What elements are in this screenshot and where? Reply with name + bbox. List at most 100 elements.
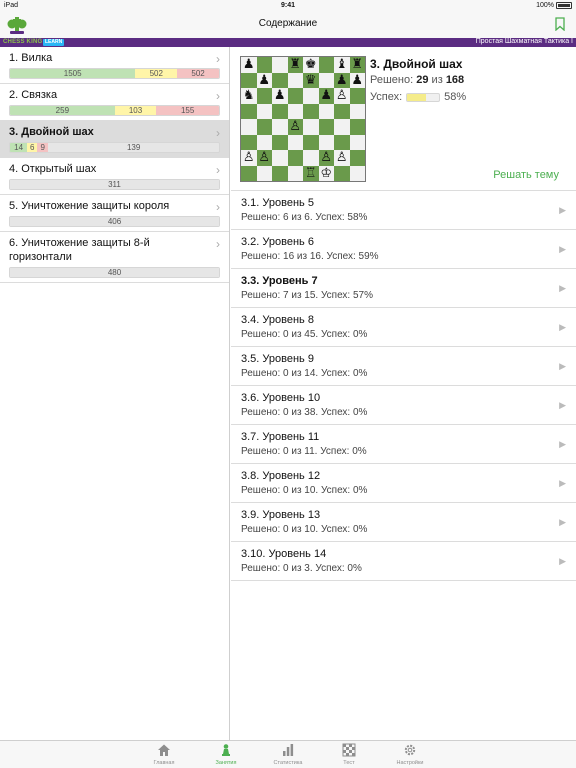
theme-title: 3. Двойной шах <box>370 57 463 71</box>
battery-icon <box>556 2 572 9</box>
topic-item[interactable]: 4. Открытый шах › 311 <box>0 158 229 195</box>
success-label: Успех: <box>370 91 403 103</box>
pawn-icon <box>201 743 251 757</box>
topics-list: 1. Вилка › 1505 502 502 2. Связка › 259 103 155 3.… <box>0 47 230 740</box>
tab-chessboard[interactable]: Тест <box>324 743 374 766</box>
level-label: 3.2. Уровень 6 <box>241 236 314 248</box>
progress-segment: 259 <box>10 106 115 115</box>
solve-theme-button[interactable]: Решать тему <box>493 169 559 181</box>
play-icon[interactable]: ▶ <box>559 400 566 411</box>
board-square <box>241 119 257 135</box>
board-square <box>241 72 257 88</box>
level-item[interactable]: 3.2. Уровень 6 Решено: 16 из 16. Успех: 5… <box>231 230 576 269</box>
theme-success: Успех: 58% <box>370 91 466 103</box>
play-icon[interactable]: ▶ <box>559 361 566 372</box>
tab-label: Статистика <box>273 760 303 766</box>
topic-progress-bar: 14 6 9 139 <box>9 142 220 153</box>
bookmark-icon[interactable] <box>554 17 566 31</box>
level-label: 3.7. Уровень 11 <box>241 431 320 443</box>
board-square <box>256 103 272 119</box>
level-label: 3.3. Уровень 7 <box>241 275 318 287</box>
level-label: 3.1. Уровень 5 <box>241 197 314 209</box>
play-icon[interactable]: ▶ <box>559 283 566 294</box>
chess-piece-square: ♟ <box>318 88 334 104</box>
progress-segment: 502 <box>177 69 219 78</box>
tab-label: Занятия <box>215 760 237 766</box>
board-square <box>349 150 365 166</box>
level-item[interactable]: 3.3. Уровень 7 Решено: 7 из 15. Успех: 57… <box>231 269 576 308</box>
level-stats: Решено: 7 из 15. Успех: 57% <box>241 290 373 301</box>
theme-solved: Решено: 29 из 168 <box>370 74 464 86</box>
board-square <box>349 119 365 135</box>
level-label: 3.9. Уровень 13 <box>241 509 321 521</box>
solved-label: Решено: <box>370 74 414 86</box>
level-stats: Решено: 16 из 16. Успех: 59% <box>241 251 379 262</box>
play-icon[interactable]: ▶ <box>559 439 566 450</box>
board-square <box>272 150 288 166</box>
level-item[interactable]: 3.10. Уровень 14 Решено: 0 из 3. Успех: 0… <box>231 542 576 581</box>
levels-list: 3.1. Уровень 5 Решено: 6 из 6. Успех: 58%… <box>231 191 576 581</box>
chess-piece-square: ♛ <box>303 72 319 88</box>
progress-segment: 9 <box>37 143 49 152</box>
board-square <box>272 72 288 88</box>
navigation-bar: Содержание <box>0 12 576 38</box>
progress-segment: 14 <box>10 143 28 152</box>
chess-piece-square: ♙ <box>334 150 350 166</box>
topic-item[interactable]: 6. Уничтожение защиты 8-й горизонтали › 48… <box>0 232 229 283</box>
page-title: Содержание <box>258 18 318 29</box>
level-item[interactable]: 3.1. Уровень 5 Решено: 6 из 6. Успех: 58%… <box>231 191 576 230</box>
topic-progress-bar: 480 <box>9 267 220 278</box>
progress-segment: 480 <box>10 268 219 277</box>
clock: 9:41 <box>280 2 295 9</box>
level-item[interactable]: 3.8. Уровень 12 Решено: 0 из 10. Успех: 0… <box>231 464 576 503</box>
level-label: 3.5. Уровень 9 <box>241 353 314 365</box>
level-item[interactable]: 3.7. Уровень 11 Решено: 0 из 11. Успех: 0… <box>231 425 576 464</box>
topic-progress-bar: 259 103 155 <box>9 105 220 116</box>
board-square <box>303 150 319 166</box>
play-icon[interactable]: ▶ <box>559 244 566 255</box>
topic-item[interactable]: 5. Уничтожение защиты короля › 406 <box>0 195 229 232</box>
topic-item[interactable]: 2. Связка › 259 103 155 <box>0 84 229 121</box>
board-square <box>256 57 272 73</box>
tab-pawn[interactable]: Занятия <box>201 743 251 766</box>
tab-label: Настройки <box>396 760 424 766</box>
board-square <box>349 88 365 104</box>
level-item[interactable]: 3.5. Уровень 9 Решено: 0 из 14. Успех: 0%… <box>231 347 576 386</box>
board-square <box>318 57 334 73</box>
chessboard-preview: ♟ ♜ ♚ ♝ ♜ ♟ ♛ ♟ ♟ ♞ ♟ ♟ ♙ ♙ ♙ ♙ ♙ ♙ ♖ ♔ <box>240 56 366 182</box>
level-label: 3.10. Уровень 14 <box>241 548 327 560</box>
level-item[interactable]: 3.9. Уровень 13 Решено: 0 из 10. Успех: 0… <box>231 503 576 542</box>
level-label: 3.6. Уровень 10 <box>241 392 321 404</box>
progress-segment: 103 <box>114 106 157 115</box>
play-icon[interactable]: ▶ <box>559 517 566 528</box>
play-icon[interactable]: ▶ <box>559 205 566 216</box>
tab-bar: Главная Занятия Статистика Тест Настройки <box>0 740 576 768</box>
progress-segment: 6 <box>27 143 38 152</box>
play-icon[interactable]: ▶ <box>559 322 566 333</box>
board-square <box>241 134 257 150</box>
board-square <box>256 134 272 150</box>
board-square <box>334 103 350 119</box>
topic-label: 4. Открытый шах <box>9 163 97 175</box>
tab-home[interactable]: Главная <box>139 743 189 766</box>
tab-bar-chart[interactable]: Статистика <box>263 743 313 766</box>
board-square <box>349 103 365 119</box>
tab-gear[interactable]: Настройки <box>385 743 435 766</box>
level-stats: Решено: 6 из 6. Успех: 58% <box>241 212 368 223</box>
play-icon[interactable]: ▶ <box>559 478 566 489</box>
chess-piece-square: ♙ <box>241 150 257 166</box>
success-value: 58% <box>444 91 467 103</box>
topic-item[interactable]: 1. Вилка › 1505 502 502 <box>0 47 229 84</box>
board-square <box>287 103 303 119</box>
chess-piece-square: ♖ <box>303 165 319 181</box>
board-square <box>303 134 319 150</box>
gear-icon <box>385 743 435 757</box>
course-title: Простая Шахматная Тактика I <box>475 38 573 45</box>
topic-item[interactable]: 3. Двойной шах › 14 6 9 139 <box>0 121 229 158</box>
battery-indicator: 100% <box>536 2 572 9</box>
board-square <box>272 165 288 181</box>
play-icon[interactable]: ▶ <box>559 556 566 567</box>
chess-piece-square: ♙ <box>318 150 334 166</box>
level-item[interactable]: 3.4. Уровень 8 Решено: 0 из 45. Успех: 0%… <box>231 308 576 347</box>
level-item[interactable]: 3.6. Уровень 10 Решено: 0 из 38. Успех: 0… <box>231 386 576 425</box>
